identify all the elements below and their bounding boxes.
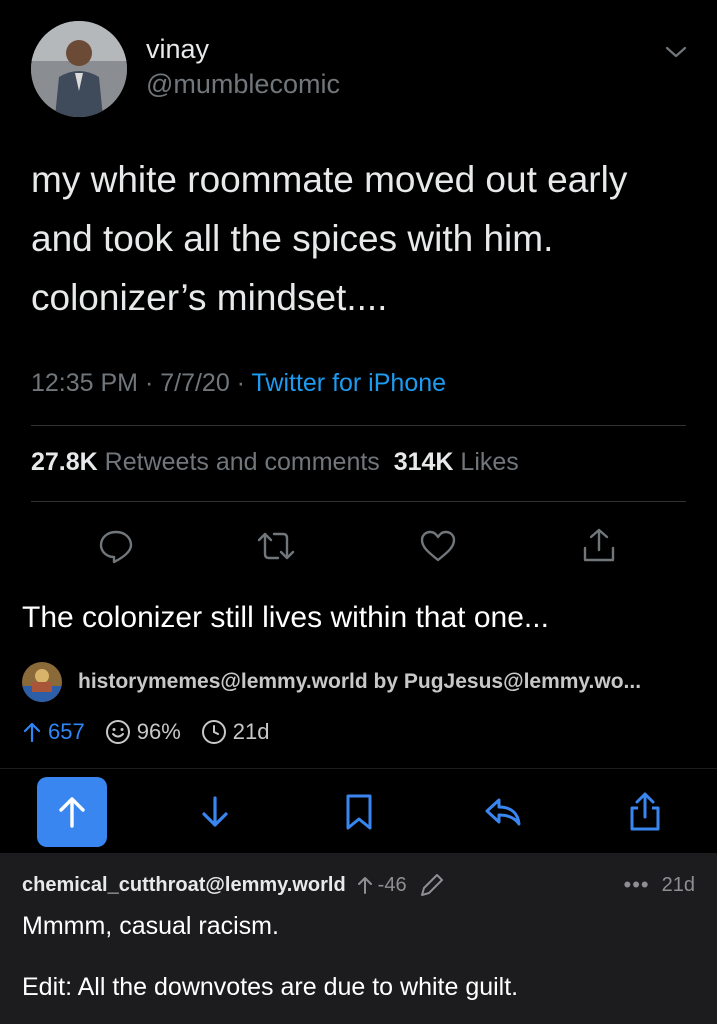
downvote-icon bbox=[202, 796, 228, 827]
edited-pencil-icon bbox=[420, 874, 443, 896]
post-score-value: 657 bbox=[48, 719, 85, 744]
upvote-icon bbox=[59, 797, 85, 828]
share-button[interactable] bbox=[610, 777, 680, 847]
by-label: by bbox=[373, 670, 399, 693]
tweet-source: Twitter for iPhone bbox=[251, 369, 447, 397]
comment-body-line: Mmmm, casual racism. bbox=[22, 912, 279, 940]
retweets-count: 27.8K bbox=[31, 448, 98, 476]
arrow-up-icon bbox=[357, 877, 372, 894]
tweet-stats: 27.8K Retweets and comments 314K Likes bbox=[31, 448, 519, 477]
comment-age: 21d bbox=[661, 873, 695, 896]
bookmark-icon bbox=[346, 794, 372, 830]
reply-icon bbox=[485, 798, 521, 826]
post-age: 21d bbox=[201, 719, 270, 745]
post-age-value: 21d bbox=[232, 719, 270, 744]
post-author[interactable]: PugJesus@lemmy.wo... bbox=[404, 670, 641, 693]
comment-header: chemical_cutthroat@lemmy.world -46 bbox=[22, 870, 445, 900]
community-name[interactable]: historymemes@lemmy.world bbox=[78, 670, 368, 693]
clock-icon bbox=[201, 720, 226, 744]
downvote-button[interactable] bbox=[180, 777, 250, 847]
save-button[interactable] bbox=[324, 777, 394, 847]
retweets-label: Retweets and comments bbox=[104, 448, 380, 476]
comment-score: -46 bbox=[356, 874, 407, 897]
likes-label: Likes bbox=[460, 448, 519, 476]
post-title[interactable]: The colonizer still lives within that on… bbox=[22, 601, 549, 635]
share-icon bbox=[583, 528, 615, 562]
likes-count: 314K bbox=[393, 448, 454, 476]
tweet-display-name: vinay bbox=[146, 34, 210, 64]
chevron-down-icon bbox=[665, 46, 687, 58]
reply-bubble-icon bbox=[99, 530, 133, 564]
comment-meta: ••• 21d bbox=[624, 870, 695, 900]
community-avatar[interactable] bbox=[22, 662, 62, 702]
retweet-icon bbox=[257, 532, 295, 560]
smiley-icon bbox=[105, 720, 130, 744]
comment[interactable]: chemical_cutthroat@lemmy.world -46 ••• 2… bbox=[0, 853, 717, 1024]
user-avatar bbox=[31, 21, 127, 117]
heart-icon bbox=[420, 530, 456, 562]
divider bbox=[0, 768, 717, 769]
tweet-text: my white roommate moved out early and to… bbox=[31, 159, 628, 318]
post-attribution: historymemes@lemmy.world by PugJesus@lem… bbox=[22, 662, 641, 702]
tweet-meta: 12:35 PM · 7/7/20 · Twitter for iPhone bbox=[31, 369, 446, 398]
more-options-icon[interactable]: ••• bbox=[624, 874, 650, 896]
tweet-handle: @mumblecomic bbox=[146, 69, 340, 99]
comment-score-value: -46 bbox=[377, 873, 407, 896]
divider bbox=[31, 501, 686, 502]
reply-button[interactable] bbox=[468, 777, 538, 847]
upvote-ratio: 96% bbox=[105, 719, 181, 745]
comment-author[interactable]: chemical_cutthroat@lemmy.world bbox=[22, 874, 346, 897]
arrow-up-icon bbox=[23, 722, 41, 743]
embedded-tweet-image: vinay @mumblecomic my white roommate mov… bbox=[0, 0, 717, 585]
tweet-timestamp: 12:35 PM · 7/7/20 · bbox=[31, 369, 252, 397]
divider bbox=[31, 425, 686, 426]
post-stats: 657 96% 21d bbox=[22, 715, 289, 749]
upvote-ratio-value: 96% bbox=[136, 719, 181, 744]
comment-body-line: Edit: All the downvotes are due to white… bbox=[22, 973, 519, 1001]
share-icon bbox=[630, 792, 660, 831]
upvote-button[interactable] bbox=[37, 777, 107, 847]
post-score: 657 bbox=[22, 719, 85, 745]
